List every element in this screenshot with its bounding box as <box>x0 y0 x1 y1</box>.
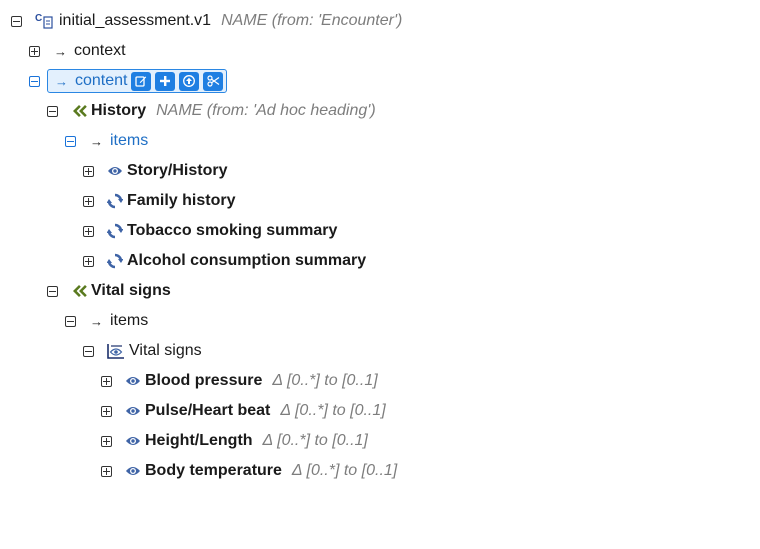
composition-icon: C <box>35 12 55 30</box>
tree-node-family-history[interactable]: Family history <box>83 189 235 213</box>
expand-toggle[interactable] <box>29 45 40 57</box>
expand-toggle[interactable] <box>101 465 112 477</box>
section-icon <box>71 104 87 118</box>
story-history-label[interactable]: Story/History <box>127 162 227 180</box>
tree-node-height-length[interactable]: Height/Length Δ [0..*] to [0..1] <box>101 429 368 453</box>
collapse-toggle[interactable] <box>65 315 76 327</box>
expand-toggle[interactable] <box>83 225 94 237</box>
body-temperature-label[interactable]: Body temperature <box>145 462 282 480</box>
section-icon <box>71 284 87 298</box>
occurrence-hint: Δ [0..*] to [0..1] <box>291 462 398 479</box>
tree-node-pulse-heart-beat[interactable]: Pulse/Heart beat Δ [0..*] to [0..1] <box>101 399 386 423</box>
tree-node-vital-signs-group[interactable]: Vital signs <box>83 339 202 363</box>
cluster-icon <box>107 223 123 239</box>
occurrence-hint: Δ [0..*] to [0..1] <box>280 402 386 419</box>
root-label[interactable]: initial_assessment.v1 <box>59 12 211 30</box>
history-items-label[interactable]: items <box>110 132 148 150</box>
alcohol-consumption-label[interactable]: Alcohol consumption summary <box>127 252 366 270</box>
eye-icon <box>125 465 141 477</box>
expand-toggle[interactable] <box>83 255 94 267</box>
content-label[interactable]: content <box>75 72 127 90</box>
eye-icon <box>125 405 141 417</box>
tree-node-body-temperature[interactable]: Body temperature Δ [0..*] to [0..1] <box>101 459 397 483</box>
vital-signs-section-label[interactable]: Vital signs <box>91 282 171 300</box>
context-label[interactable]: context <box>74 42 126 60</box>
move-up-button[interactable] <box>179 71 200 91</box>
arrow-right-icon: → <box>90 133 103 149</box>
edit-icon <box>135 76 147 87</box>
vital-signs-group-label[interactable]: Vital signs <box>129 342 202 360</box>
scissors-icon <box>207 75 220 87</box>
cluster-icon <box>107 253 123 269</box>
collapse-toggle[interactable] <box>11 15 22 27</box>
occurrence-hint: Δ [0..*] to [0..1] <box>262 432 368 449</box>
arrow-right-icon: → <box>90 313 103 329</box>
pulse-heart-beat-label[interactable]: Pulse/Heart beat <box>145 402 270 420</box>
eye-icon <box>125 435 141 447</box>
selected-node[interactable]: → content <box>47 69 228 93</box>
arrow-right-icon: → <box>55 73 68 89</box>
expand-toggle[interactable] <box>101 405 112 417</box>
root-name-hint: NAME (from: 'Encounter') <box>221 12 403 29</box>
cut-button[interactable] <box>203 71 224 91</box>
plus-icon <box>160 76 171 86</box>
framed-eye-icon <box>107 343 125 359</box>
upload-icon <box>183 75 196 87</box>
cluster-icon <box>107 193 123 209</box>
collapse-toggle[interactable] <box>47 105 58 117</box>
expand-toggle[interactable] <box>101 375 112 387</box>
occurrence-hint: Δ [0..*] to [0..1] <box>272 372 378 389</box>
tree-node-alcohol-consumption[interactable]: Alcohol consumption summary <box>83 249 366 273</box>
svg-text:C: C <box>35 13 42 24</box>
collapse-toggle[interactable] <box>65 135 76 147</box>
collapse-toggle[interactable] <box>83 345 94 357</box>
history-name-hint: NAME (from: 'Ad hoc heading') <box>156 102 376 119</box>
tree-node-vital-signs-section[interactable]: Vital signs <box>47 279 171 303</box>
eye-icon <box>125 375 141 387</box>
family-history-label[interactable]: Family history <box>127 192 235 210</box>
expand-toggle[interactable] <box>101 435 112 447</box>
tree-node-history[interactable]: History NAME (from: 'Ad hoc heading') <box>47 99 376 123</box>
tree-node-context[interactable]: → context <box>29 39 126 63</box>
tree-node-story-history[interactable]: Story/History <box>83 159 227 183</box>
height-length-label[interactable]: Height/Length <box>145 432 253 450</box>
tree-root[interactable]: C initial_assessment.v1 NAME (from: 'Enc… <box>11 9 402 33</box>
arrow-right-icon: → <box>54 43 67 59</box>
add-button[interactable] <box>155 71 176 91</box>
edit-button[interactable] <box>131 71 152 91</box>
vital-items-label[interactable]: items <box>110 312 148 330</box>
expand-toggle[interactable] <box>83 165 94 177</box>
tobacco-smoking-label[interactable]: Tobacco smoking summary <box>127 222 337 240</box>
blood-pressure-label[interactable]: Blood pressure <box>145 372 262 390</box>
tree-node-history-items[interactable]: → items <box>65 129 148 153</box>
collapse-toggle[interactable] <box>47 285 58 297</box>
eye-icon <box>107 165 123 177</box>
collapse-toggle[interactable] <box>29 75 40 87</box>
history-label[interactable]: History <box>91 102 146 120</box>
tree-node-tobacco-smoking[interactable]: Tobacco smoking summary <box>83 219 337 243</box>
tree-node-content[interactable]: → content <box>29 69 228 93</box>
tree-node-vital-items[interactable]: → items <box>65 309 148 333</box>
expand-toggle[interactable] <box>83 195 94 207</box>
tree-node-blood-pressure[interactable]: Blood pressure Δ [0..*] to [0..1] <box>101 369 378 393</box>
